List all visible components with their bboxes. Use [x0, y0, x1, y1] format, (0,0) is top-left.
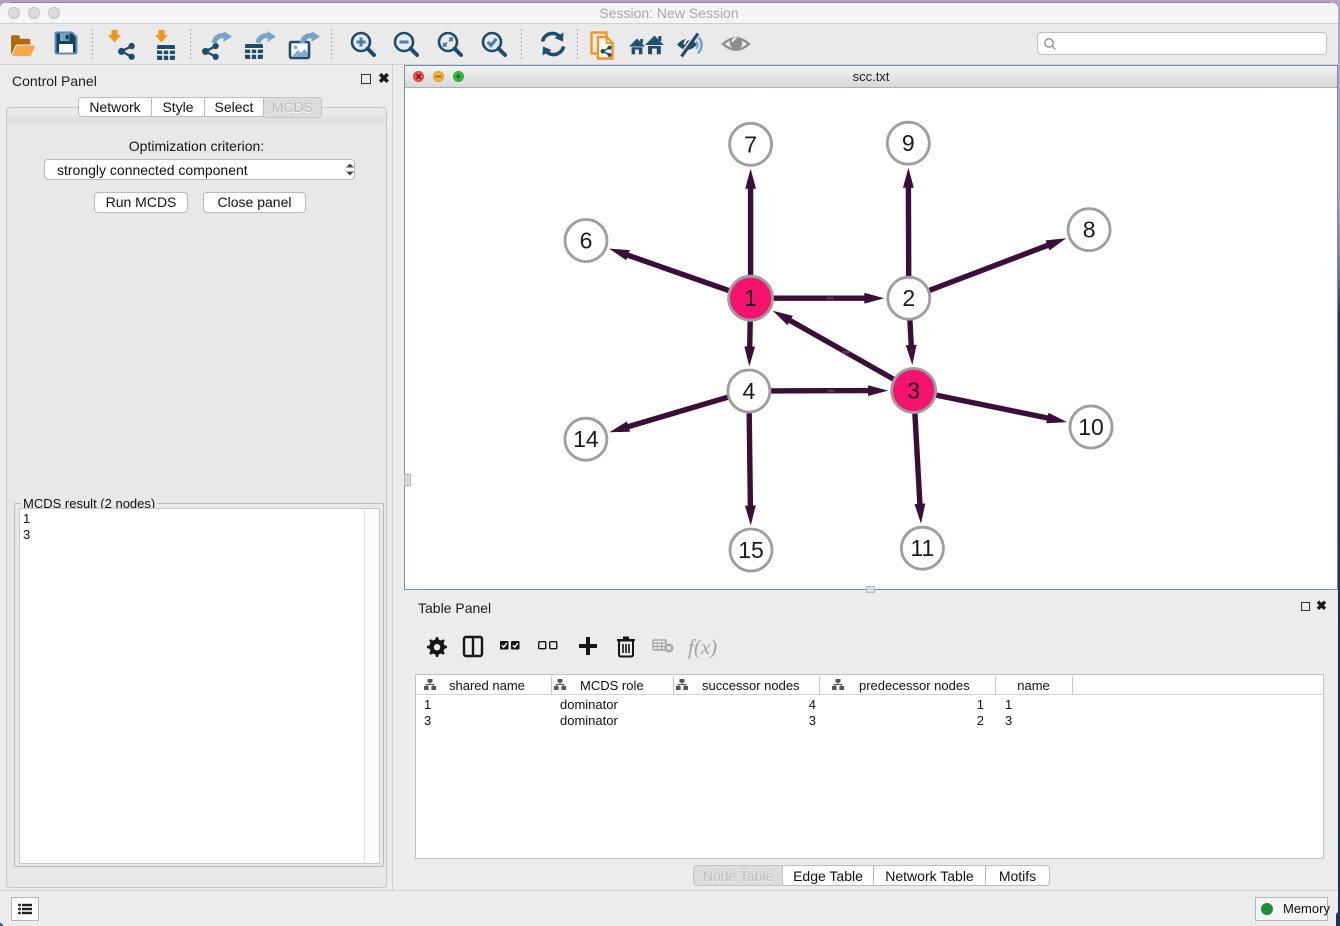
- svg-text:3: 3: [907, 378, 920, 404]
- svg-text:1: 1: [744, 285, 757, 311]
- svg-text:6: 6: [580, 228, 593, 254]
- svg-text:7: 7: [744, 131, 757, 157]
- svg-text:15: 15: [738, 537, 764, 563]
- svg-text:9: 9: [902, 130, 915, 156]
- svg-text:4: 4: [743, 378, 756, 404]
- svg-text:2: 2: [902, 285, 915, 311]
- svg-text:8: 8: [1083, 217, 1096, 243]
- svg-text:10: 10: [1078, 414, 1104, 440]
- svg-text:14: 14: [573, 426, 599, 452]
- svg-text:11: 11: [910, 535, 934, 561]
